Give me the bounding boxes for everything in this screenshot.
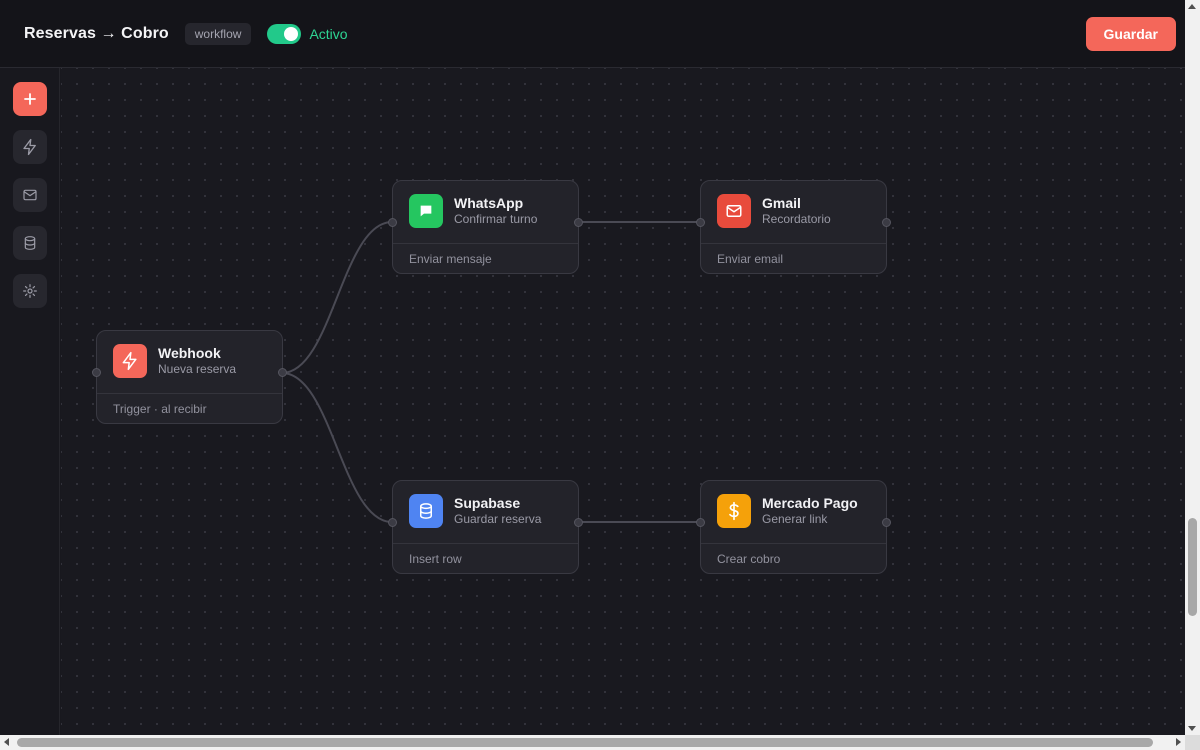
node-header: Webhook Nueva reserva — [113, 344, 236, 378]
scroll-down-arrow-icon[interactable] — [1188, 726, 1196, 731]
node-subtitle: Recordatorio — [762, 212, 831, 226]
scroll-right-arrow-icon[interactable] — [1176, 738, 1181, 746]
input-port[interactable] — [696, 218, 705, 227]
database-icon — [420, 503, 432, 519]
node-gmail[interactable]: Gmail Recordatorio Enviar email — [696, 180, 891, 274]
active-toggle[interactable] — [267, 23, 302, 44]
mail-icon — [23, 189, 37, 201]
vertical-scrollbar[interactable] — [1185, 0, 1200, 735]
input-port[interactable] — [388, 218, 397, 227]
bolt-icon — [122, 351, 137, 371]
node-title: Gmail — [762, 195, 801, 211]
bolt-icon — [23, 138, 36, 156]
add-node-button[interactable] — [13, 82, 47, 116]
workflow-canvas[interactable]: Webhook Nueva reserva Trigger · al recib… — [61, 68, 1185, 735]
workflow-title[interactable]: Reservas → Cobro — [24, 25, 169, 43]
output-port[interactable] — [574, 518, 583, 527]
save-button[interactable]: Guardar — [1085, 16, 1176, 51]
scroll-up-arrow-icon[interactable] — [1188, 4, 1196, 9]
output-port[interactable] — [278, 368, 287, 377]
scrollbar-corner — [1185, 735, 1200, 750]
mail-icon — [726, 205, 742, 217]
node-title: WhatsApp — [454, 195, 524, 211]
triggers-button[interactable] — [13, 130, 47, 164]
chat-icon — [420, 205, 432, 217]
database-button[interactable] — [13, 226, 47, 260]
vertical-scroll-thumb[interactable] — [1188, 518, 1197, 616]
node-whatsapp[interactable]: WhatsApp Confirmar turno Enviar mensaje — [388, 180, 583, 274]
node-divider — [393, 543, 578, 544]
node-header: Supabase Guardar reserva — [409, 494, 541, 528]
node-title: Supabase — [454, 495, 521, 511]
output-port[interactable] — [882, 518, 891, 527]
input-port[interactable] — [388, 518, 397, 527]
node-footer: Trigger · al recibir — [113, 402, 207, 416]
node-header: Mercado Pago Generar link — [717, 494, 858, 528]
node-title: Mercado Pago — [762, 495, 858, 511]
input-port[interactable] — [696, 518, 705, 527]
settings-button[interactable] — [13, 274, 47, 308]
node-divider — [701, 543, 886, 544]
node-mercadopago[interactable]: Mercado Pago Generar link Crear cobro — [696, 480, 891, 574]
node-webhook[interactable]: Webhook Nueva reserva Trigger · al recib… — [92, 330, 287, 424]
output-port[interactable] — [574, 218, 583, 227]
workflow-type-badge: workflow — [184, 22, 252, 45]
scroll-left-arrow-icon[interactable] — [4, 738, 9, 746]
node-header: Gmail Recordatorio — [717, 194, 831, 228]
output-port[interactable] — [882, 218, 891, 227]
node-footer: Insert row — [409, 552, 462, 566]
node-icon-badge — [409, 194, 443, 228]
status-label: Activo — [309, 25, 348, 42]
node-subtitle: Guardar reserva — [454, 512, 542, 526]
horizontal-scrollbar[interactable] — [0, 735, 1185, 750]
node-icon-badge — [717, 494, 751, 528]
node-footer: Enviar email — [717, 252, 784, 266]
node-divider — [393, 243, 578, 244]
node-icon-badge — [409, 494, 443, 528]
node-footer: Enviar mensaje — [409, 252, 492, 266]
dollar-icon — [729, 501, 739, 521]
node-supabase[interactable]: Supabase Guardar reserva Insert row — [388, 480, 583, 574]
gear-icon — [23, 284, 37, 298]
node-footer: Crear cobro — [717, 552, 781, 566]
node-subtitle: Confirmar turno — [454, 212, 538, 226]
node-icon-badge — [717, 194, 751, 228]
input-port[interactable] — [92, 368, 101, 377]
node-subtitle: Nueva reserva — [158, 362, 237, 376]
node-subtitle: Generar link — [762, 512, 828, 526]
node-divider — [701, 243, 886, 244]
connection-webhook-supabase[interactable] — [281, 372, 393, 523]
plus-icon — [24, 93, 36, 105]
node-title: Webhook — [158, 345, 221, 361]
node-divider — [97, 393, 282, 394]
node-header: WhatsApp Confirmar turno — [409, 194, 537, 228]
connection-webhook-whatsapp[interactable] — [281, 221, 393, 374]
top-bar: Reservas → Cobro workflow Activo Guardar — [0, 0, 1185, 68]
email-button[interactable] — [13, 178, 47, 212]
toggle-knob — [284, 26, 299, 41]
tool-sidebar — [0, 68, 60, 735]
node-icon-badge — [113, 344, 147, 378]
database-icon — [24, 236, 36, 250]
horizontal-scroll-thumb[interactable] — [17, 738, 1153, 747]
